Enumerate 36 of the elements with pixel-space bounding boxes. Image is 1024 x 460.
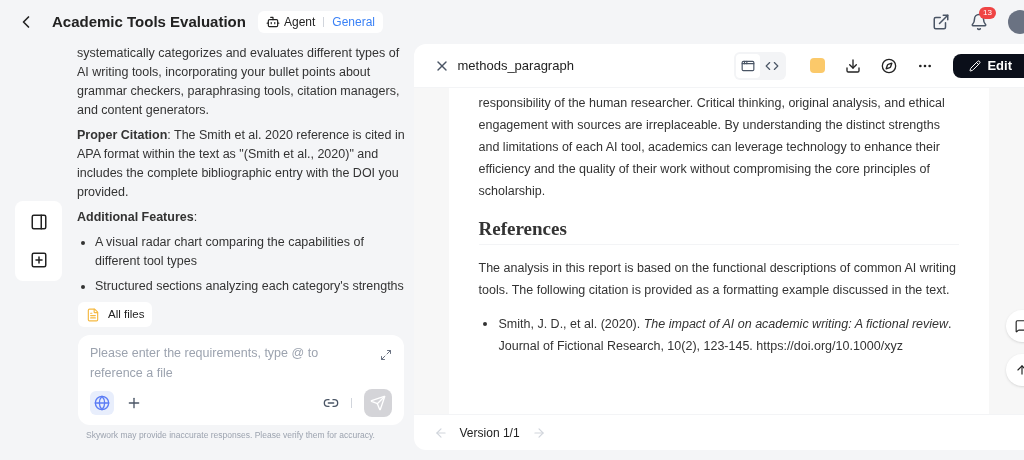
notification-badge: 13 [979,7,996,19]
document-paragraph: responsibility of the human researcher. Critical thinking, original analysis, and ethical engagement with sources are irreplaceable. By understanding the distinct strengths and limitations of each AI tool, academics can leverage technology to enhance their efficiency and the quality of their work without compromising the core principles of scholarship. [478,95,946,200]
send-icon [370,394,386,411]
web-search-button[interactable] [90,390,114,415]
expand-icon[interactable] [380,348,392,361]
version-label: Version 1/1 [459,424,520,442]
file-title: methods_paragraph [457,56,574,75]
preview-tab[interactable] [736,53,761,78]
prompt-field[interactable]: Please enter the requirements, type @ to reference a file [78,334,404,425]
pencil-icon [969,59,982,72]
agent-label: Agent [283,14,316,31]
agent-badge[interactable]: Agent General [257,11,383,33]
bell-icon[interactable] [970,13,988,31]
compass-icon[interactable] [881,57,898,74]
references-intro: The analysis in this report is based on the functional descriptions of common AI writing tools. The following citation is provided as a formatting example discussed in the text. [478,260,957,299]
edit-button[interactable]: Edit [953,53,1024,78]
globe-icon [94,394,110,411]
file-icon [86,307,100,322]
share-icon[interactable] [932,13,950,31]
chat-paragraph: Additional Features: [77,209,199,226]
download-icon[interactable] [845,57,862,74]
all-files-chip[interactable]: All files [78,302,153,328]
disclaimer-text: Skywork may provide inaccurate responses. Please verify them for accuracy. [86,428,376,442]
panel-toggle-icon[interactable] [29,213,48,231]
chat-paragraph: systematically categorizes and evaluates different types of AI writing tools, incorporating your bullet points about grammar checkers, paraphrasing tools, citation managers, and content generators. [77,45,401,119]
references-heading: References [478,214,959,245]
mode-label: General [332,14,375,31]
new-chat-icon[interactable] [29,251,48,269]
robot-icon [265,15,280,29]
reference-entry: Smith, J. D., et al. (2020). The impact of AI on academic writing: A fictional review. Journal of Fictional Research, 10(2), 123-145. https://doi.org/10.1000/xyz [498,316,953,355]
page-title: Academic Tools Evaluation [52,11,246,32]
bullet-text: A visual radar chart comparing the capabilities of different tool types [95,234,365,270]
chat-paragraph: Proper Citation: The Smith et al. 2020 reference is cited in APA format within the text as "(Smith et al., 2020)" and includes the complete bibliographic entry with the DOI you provided. [77,127,405,201]
prompt-input[interactable]: Please enter the requirements, type @ to reference a file [90,342,372,385]
window-icon [741,58,756,73]
bullet-text: Structured sections analyzing each category's strengths [95,278,404,295]
